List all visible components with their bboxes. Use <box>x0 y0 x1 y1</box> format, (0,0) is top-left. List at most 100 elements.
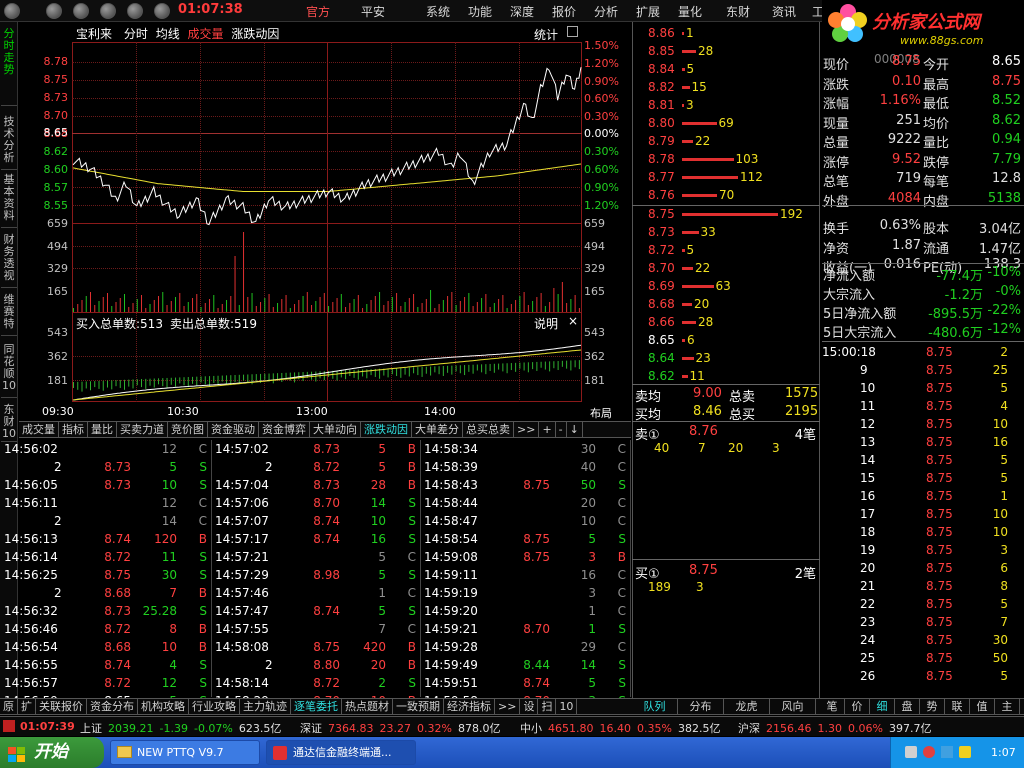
tick-tab[interactable]: 细 <box>870 699 895 714</box>
tray-icon[interactable] <box>905 746 917 758</box>
menu-quant[interactable]: 量化 <box>678 3 702 20</box>
header-item-avg[interactable]: 均线 <box>156 27 180 41</box>
index-item[interactable]: 中小 4651.80 16.40 0.35% 382.5亿 <box>520 720 726 736</box>
menu-extend[interactable]: 扩展 <box>636 3 660 20</box>
menu-depth[interactable]: 深度 <box>510 3 534 20</box>
taskbar-item-folder[interactable]: NEW PTTQ V9.7 <box>110 740 260 765</box>
menu-eastmoney[interactable]: 东财 <box>726 3 750 20</box>
menu-function[interactable]: 功能 <box>468 3 492 20</box>
tab-fund-drive[interactable]: 资金驱动 <box>208 422 259 437</box>
home-button[interactable] <box>127 3 143 19</box>
order-book-level[interactable]: 8.68 20 <box>634 295 820 313</box>
tab-wind[interactable]: 风向 <box>770 699 816 714</box>
order-book-level[interactable]: 8.81 3 <box>634 96 820 114</box>
tab-minus[interactable]: - <box>556 422 567 437</box>
tab-plus[interactable]: + <box>539 422 556 437</box>
bottom-tab[interactable]: 机构攻略 <box>138 699 189 714</box>
order-book-level[interactable]: 8.72 5 <box>634 241 820 259</box>
header-item-intraday[interactable]: 分时 <box>124 27 148 41</box>
tab-volume-ratio[interactable]: 量比 <box>88 422 117 437</box>
tick-tab[interactable]: 笔 <box>820 699 845 714</box>
tick-tab[interactable]: 势 <box>920 699 945 714</box>
window-button[interactable] <box>4 3 20 19</box>
header-item-cause[interactable]: 涨跌动因 <box>231 27 279 41</box>
order-book-level[interactable]: 8.70 22 <box>634 259 820 277</box>
menu-official[interactable]: 官方 <box>306 3 330 20</box>
vtab-finance[interactable]: 财务透视 <box>1 232 17 288</box>
header-item-volume[interactable]: 成交量 <box>188 27 224 41</box>
taskbar-item-tdx[interactable]: 通达信金融终端通... <box>266 740 416 765</box>
vtab-ths[interactable]: 同花顺10 <box>1 342 17 398</box>
tab-fund-game[interactable]: 资金博弈 <box>259 422 310 437</box>
order-book-level[interactable]: 8.85 28 <box>634 42 820 60</box>
vtab-weisaite[interactable]: 维赛特 <box>1 292 17 336</box>
order-book-level[interactable]: 8.65 6 <box>634 331 820 349</box>
order-book-level[interactable]: 8.62 11 <box>634 367 820 385</box>
vtab-profile[interactable]: 基本资料 <box>1 172 17 228</box>
tab-queue[interactable]: 队列 <box>632 699 678 714</box>
index-item[interactable]: 沪深 2156.46 1.30 0.06% 397.7亿 <box>738 720 937 736</box>
tab-more[interactable]: >> <box>514 422 540 437</box>
order-book-level[interactable]: 8.79 22 <box>634 132 820 150</box>
bottom-tab[interactable]: 热点题材 <box>342 699 393 714</box>
bottom-tab[interactable]: 设 <box>520 699 539 714</box>
tray-icon[interactable] <box>923 746 935 758</box>
bottom-tab[interactable]: 扩 <box>18 699 36 714</box>
tick-tab[interactable]: 联 <box>945 699 970 714</box>
tab-price-cause[interactable]: 涨跌动因 <box>361 422 412 437</box>
tab-volume[interactable]: 成交量 <box>19 422 59 437</box>
order-book-level[interactable]: 8.86 1 <box>634 24 820 42</box>
bottom-tab[interactable]: 一致预期 <box>393 699 444 714</box>
tick-tab[interactable]: 主 <box>995 699 1020 714</box>
tab-dragon-tiger[interactable]: 龙虎 <box>724 699 770 714</box>
menu-quote[interactable]: 报价 <box>552 3 576 20</box>
menu-news[interactable]: 资讯 <box>772 3 796 20</box>
menu-analysis[interactable]: 分析 <box>594 3 618 20</box>
tab-force[interactable]: 买卖力道 <box>117 422 168 437</box>
tab-distribution[interactable]: 分布 <box>678 699 724 714</box>
vtab-intraday[interactable]: 分时走势 <box>1 26 17 106</box>
menu-pingan[interactable]: 平安 <box>361 3 385 20</box>
layout-button[interactable]: 布局 <box>590 405 612 421</box>
refresh-button[interactable] <box>100 3 116 19</box>
tab-big-order[interactable]: 大单动向 <box>310 422 361 437</box>
tab-total-buy-sell[interactable]: 总买总卖 <box>463 422 514 437</box>
tab-auction[interactable]: 竞价图 <box>168 422 208 437</box>
bottom-tab[interactable]: 关联报价 <box>36 699 87 714</box>
tray-icon[interactable] <box>959 746 971 758</box>
stop-button[interactable] <box>154 3 170 19</box>
bottom-tab[interactable]: 扫 <box>538 699 557 714</box>
start-button[interactable]: 开始 <box>0 737 104 768</box>
menu-system[interactable]: 系统 <box>426 3 450 20</box>
order-book-level[interactable]: 8.73 33 <box>634 223 820 241</box>
index-item[interactable]: 上证 2039.21 -1.39 -0.07% 623.5亿 <box>80 720 287 736</box>
tick-tab[interactable]: 值 <box>970 699 995 714</box>
order-book-level[interactable]: 8.80 69 <box>634 114 820 132</box>
order-book-level[interactable]: 8.75 192 <box>634 205 820 223</box>
bottom-tab[interactable]: 逐笔委托 <box>291 699 342 714</box>
forward-button[interactable] <box>73 3 89 19</box>
order-book-level[interactable]: 8.84 5 <box>634 60 820 78</box>
order-book-level[interactable]: 8.64 23 <box>634 349 820 367</box>
bottom-tab[interactable]: 10 <box>556 699 578 714</box>
order-book-level[interactable]: 8.77 112 <box>634 168 820 186</box>
vtab-technical[interactable]: 技术分析 <box>1 114 17 170</box>
bottom-tab[interactable]: 主力轨迹 <box>240 699 291 714</box>
bottom-tab[interactable]: >> <box>495 699 521 714</box>
vtab-eastmoney[interactable]: 东财10 <box>1 402 17 442</box>
tab-big-diff[interactable]: 大单差分 <box>412 422 463 437</box>
order-book-level[interactable]: 8.82 15 <box>634 78 820 96</box>
tray-icon[interactable] <box>941 746 953 758</box>
order-book-level[interactable]: 8.76 70 <box>634 186 820 204</box>
tab-indicator[interactable]: 指标 <box>59 422 88 437</box>
maximize-icon[interactable] <box>567 26 578 37</box>
bottom-tab[interactable]: 资金分布 <box>87 699 138 714</box>
tab-down[interactable]: ↓ <box>567 422 583 437</box>
bottom-tab[interactable]: 行业攻略 <box>189 699 240 714</box>
index-item[interactable]: 深证 7364.83 23.27 0.32% 878.0亿 <box>300 720 506 736</box>
order-book-level[interactable]: 8.78 103 <box>634 150 820 168</box>
tick-tab[interactable]: 价 <box>845 699 870 714</box>
tick-tab[interactable]: 盘 <box>895 699 920 714</box>
bottom-tab[interactable]: 原 <box>0 699 18 714</box>
stats-button[interactable]: 统计 <box>534 26 558 43</box>
